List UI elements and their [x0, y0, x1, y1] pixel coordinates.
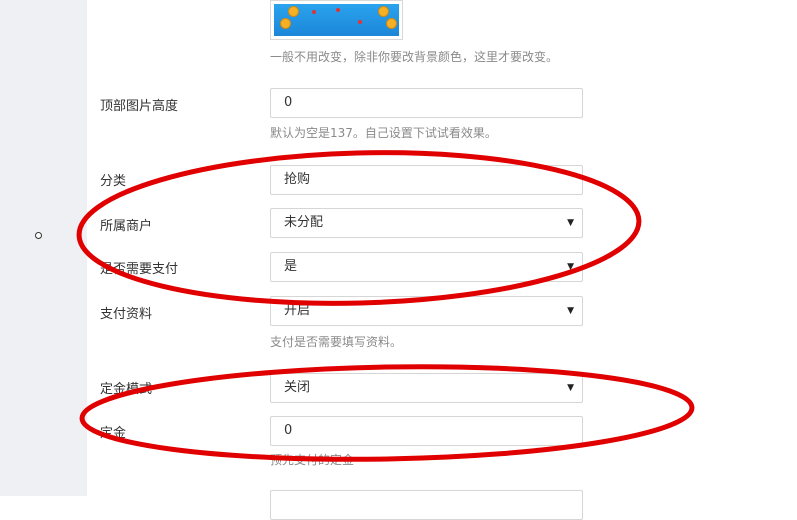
annotation-ellipse-payment: [76, 150, 642, 306]
annotation-ellipse-deposit: [79, 364, 695, 462]
annotation-overlay: [76, 150, 695, 462]
